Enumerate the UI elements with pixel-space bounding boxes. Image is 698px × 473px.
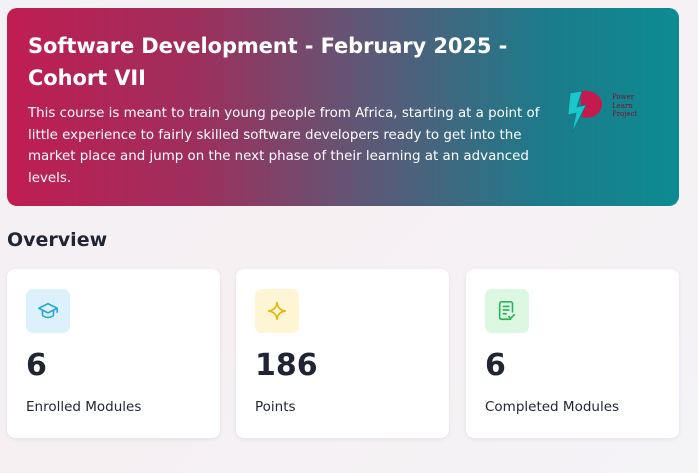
points-card: 186 Points bbox=[236, 269, 449, 438]
enrolled-modules-card: 6 Enrolled Modules bbox=[7, 269, 220, 438]
overview-heading: Overview bbox=[7, 229, 108, 251]
enrolled-modules-value: 6 bbox=[26, 348, 47, 383]
sparkle-icon bbox=[255, 289, 299, 333]
course-description: This course is meant to train young peop… bbox=[28, 106, 540, 186]
completed-modules-value: 6 bbox=[485, 348, 506, 383]
points-label: Points bbox=[255, 399, 296, 415]
course-title: Software Development - February 2025 - C… bbox=[28, 34, 508, 90]
power-learn-project-logo: Power Learn Project bbox=[564, 83, 654, 143]
document-check-icon bbox=[485, 289, 529, 333]
enrolled-modules-label: Enrolled Modules bbox=[26, 399, 142, 415]
completed-modules-card: 6 Completed Modules bbox=[466, 269, 679, 438]
points-value: 186 bbox=[255, 348, 318, 383]
graduation-cap-icon bbox=[26, 289, 70, 333]
logo-text: Power Learn Project bbox=[612, 93, 638, 118]
completed-modules-label: Completed Modules bbox=[485, 399, 620, 415]
course-banner: Software Development - February 2025 - C… bbox=[7, 8, 679, 206]
plp-logo-mark-icon bbox=[567, 90, 602, 134]
